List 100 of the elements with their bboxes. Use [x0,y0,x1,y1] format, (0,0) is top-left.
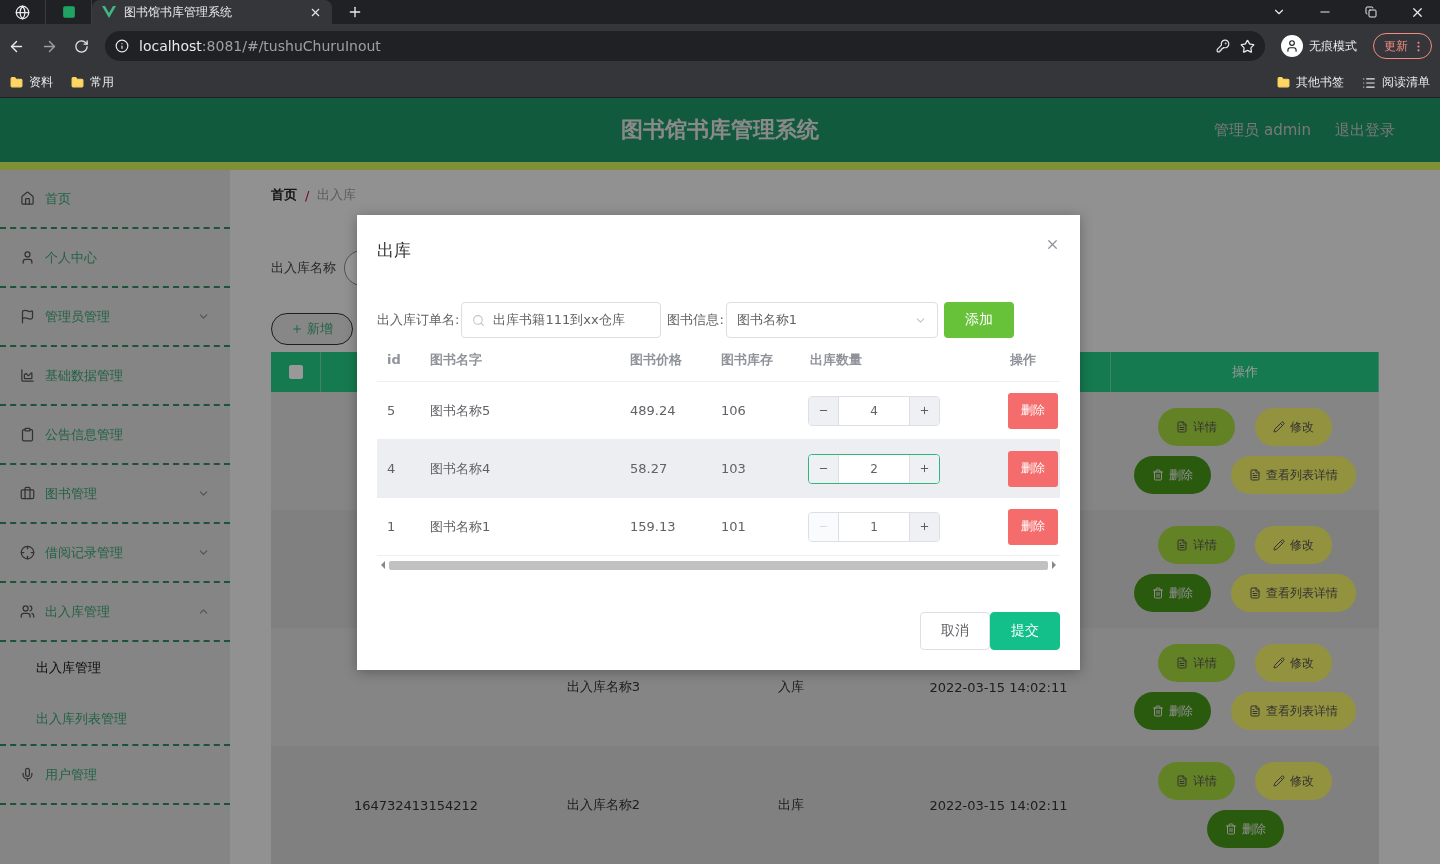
restore-icon[interactable] [1365,6,1377,18]
star-icon[interactable] [1240,38,1255,54]
field-label: 图书信息: [667,311,724,329]
trash-icon [1152,705,1164,717]
search-label: 出入库名称 [271,259,336,277]
menu-icon [20,486,35,501]
plus-icon [291,323,303,335]
table-cell-text: 103 [720,461,747,476]
sidebar-item[interactable]: 用户管理 [0,746,230,805]
document-icon [1176,775,1188,787]
document-icon [1176,539,1188,551]
pencil-icon [1273,775,1285,787]
sidebar-item[interactable]: 个人中心 [0,229,230,288]
close-button[interactable] [1045,237,1060,252]
bookmark[interactable]: 资料 [10,74,53,91]
column-header: 图书名字 [429,350,483,369]
user-label: 管理员 admin [1214,120,1311,140]
menu-icon [20,545,35,560]
menu-icon [20,368,35,383]
menu-icon [20,309,35,324]
globe-icon[interactable] [15,4,30,20]
list-details-button[interactable]: 查看列表详情 [1231,456,1356,494]
delete-button[interactable]: 删除 [1134,456,1211,494]
menu-icon [20,604,35,619]
table-cell-text: 图书名称4 [429,459,492,478]
dialog-title: 出库 [377,239,411,262]
sidebar-subitem[interactable]: 出入库列表管理 [0,693,230,744]
column-header: 图书库存 [720,350,774,369]
add-button[interactable]: 添加 [943,302,1014,338]
new-tab-icon[interactable] [347,4,363,20]
details-button[interactable]: 详情 [1158,762,1235,800]
table-cell-text: 106 [720,403,747,418]
list-details-button[interactable]: 查看列表详情 [1231,692,1356,730]
table-cell-text: 图书名称5 [429,401,492,420]
edit-button[interactable]: 修改 [1255,408,1332,446]
delete-button[interactable]: 删除 [1206,810,1284,848]
document-icon [1176,657,1188,669]
document-icon [1249,587,1261,599]
breadcrumb-item[interactable]: 首页 [271,186,297,204]
incognito-icon[interactable] [1281,35,1303,57]
table-cell-text: 出入库名称3 [565,678,642,696]
table-cell-text: 1 [386,519,397,534]
details-button[interactable]: 详情 [1158,526,1235,564]
plus-icon [919,463,930,474]
list-details-button[interactable]: 查看列表详情 [1231,574,1356,612]
details-button[interactable]: 详情 [1158,644,1235,682]
input-field[interactable]: 出库书籍111到xx仓库 [461,302,662,338]
select-field[interactable]: 图书名称1 [725,302,938,338]
trash-icon [1152,587,1164,599]
plus-icon [919,405,930,416]
edit-button[interactable]: 修改 [1255,644,1332,682]
reload-icon[interactable] [74,38,89,54]
document-icon [1249,469,1261,481]
sidebar-item[interactable]: 基础数据管理 [0,347,230,406]
add-button[interactable]: 新增 [271,313,353,345]
sidebar-item[interactable]: 图书管理 [0,465,230,524]
v-logo-icon [102,6,116,18]
select-all-checkbox[interactable] [288,365,303,379]
sidebar-item[interactable]: 出入库管理 [0,583,230,642]
column-header: 操作 [1009,350,1037,369]
bookmark[interactable]: 常用 [71,74,114,91]
sidebar-subitem[interactable]: 出入库管理 [0,642,230,693]
table-cell-text: 2022-03-15 14:02:11 [928,797,1069,813]
submit-button[interactable]: 提交 [990,612,1060,650]
bookmark[interactable]: 其他书签 [1277,74,1344,91]
browser-tab[interactable]: 图书馆书库管理系统 [92,0,332,24]
sidebar-item[interactable]: 管理员管理 [0,288,230,347]
delete-button[interactable]: 删除 [1008,450,1058,487]
profile-label: 无痕模式 [1309,37,1357,55]
document-icon [1176,421,1188,433]
cancel-button[interactable]: 取消 [920,612,990,650]
pencil-icon [1273,657,1285,669]
pencil-icon [1273,421,1285,433]
delete-button[interactable]: 删除 [1134,574,1211,612]
sidebar-item[interactable]: 借阅记录管理 [0,524,230,583]
sidebar-item[interactable]: 公告信息管理 [0,406,230,465]
table-cell-text: 图书名称1 [429,517,492,536]
folder-icon [10,76,23,89]
details-button[interactable]: 详情 [1158,408,1235,446]
edit-button[interactable]: 修改 [1255,526,1332,564]
app-tab-icon[interactable] [61,5,76,19]
column-header: 图书价格 [629,350,683,369]
table-cell-text: 2022-03-15 14:02:11 [928,679,1069,695]
delete-button[interactable]: 删除 [1008,508,1058,545]
column-header: id [386,352,402,367]
address-bar[interactable]: localhost:8081/#/tushuChuruInout [105,31,1265,61]
logout-link[interactable]: 退出登录 [1335,120,1395,140]
quantity-value: 2 [839,454,909,483]
key-icon[interactable] [1216,39,1230,53]
table-cell-text: 入库 [777,678,805,696]
breadcrumb-separator: / [305,187,310,203]
bookmark[interactable]: 阅读清单 [1362,74,1430,91]
edit-button[interactable]: 修改 [1255,762,1332,800]
table-cell-text: 4 [386,461,397,476]
delete-button[interactable]: 删除 [1008,392,1058,429]
sidebar-item[interactable]: 首页 [0,170,230,229]
table-cell-text: 58.27 [629,461,669,476]
delete-button[interactable]: 删除 [1134,692,1211,730]
menu-icon [20,250,35,265]
field-label: 出入库订单名: [377,311,460,329]
